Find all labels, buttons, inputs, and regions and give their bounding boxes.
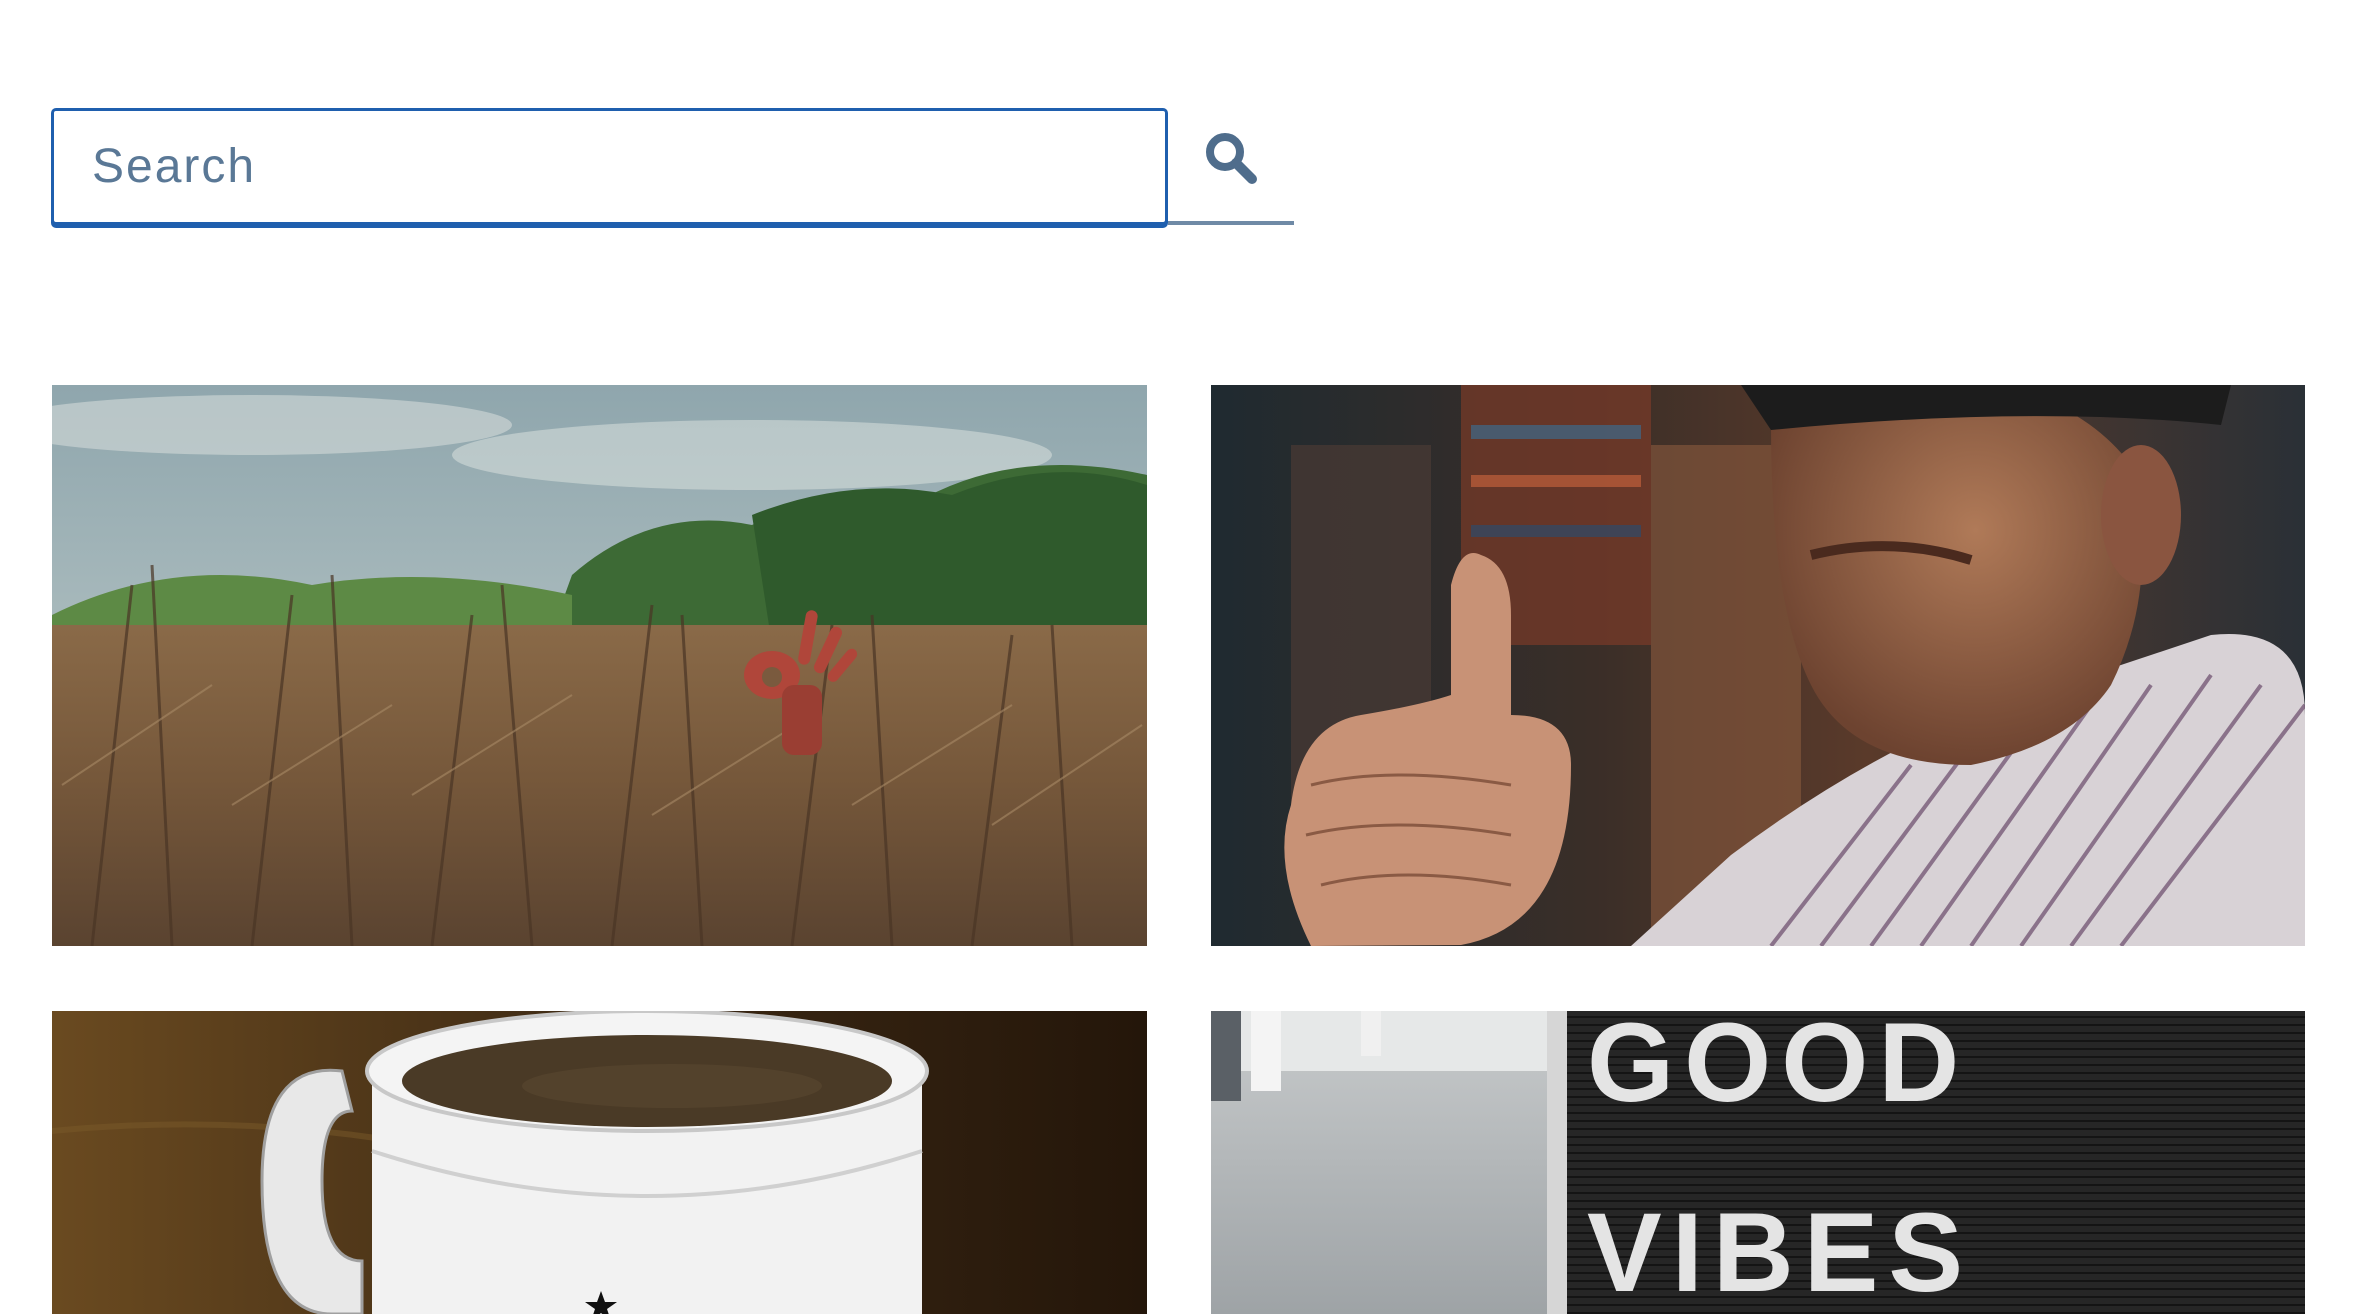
coffee-mug-image xyxy=(52,1011,1147,1314)
photo-tile-good-vibes[interactable]: GOOD VIBES xyxy=(1211,1011,2305,1314)
hand-field-image xyxy=(52,385,1147,946)
sign-line-vibes: VIBES xyxy=(1587,1190,1973,1314)
search-button[interactable] xyxy=(1168,108,1294,225)
letter-board-image: GOOD VIBES xyxy=(1211,1011,2305,1314)
photo-tile-hand-field[interactable] xyxy=(52,385,1147,946)
search-icon xyxy=(1206,133,1257,184)
search-bar xyxy=(51,108,1294,226)
photo-tile-coffee-mug[interactable] xyxy=(52,1011,1147,1314)
thumbs-up-man-image xyxy=(1211,385,2305,946)
photo-tile-thumbs-up-man[interactable] xyxy=(1211,385,2305,946)
sign-line-good: GOOD xyxy=(1587,1011,1969,1125)
search-input[interactable] xyxy=(51,108,1168,225)
